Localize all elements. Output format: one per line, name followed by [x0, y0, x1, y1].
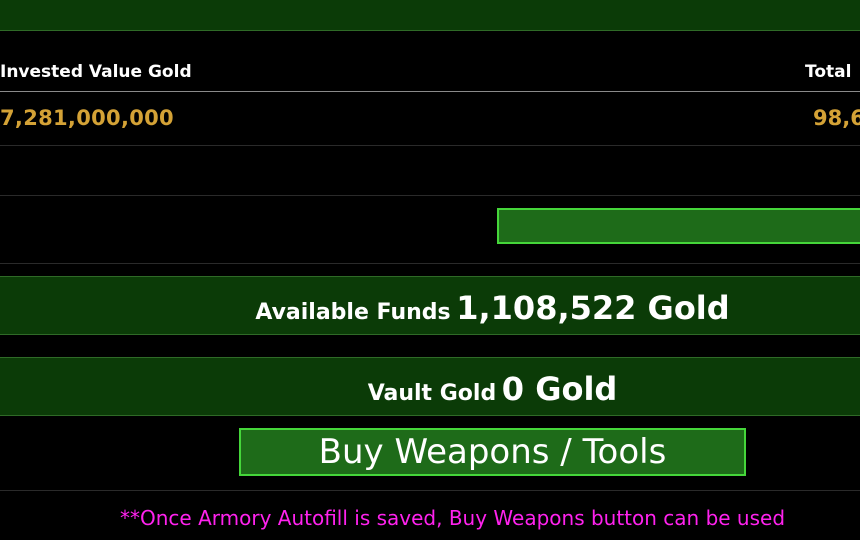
action-row [0, 196, 860, 264]
available-funds-bar: Available Funds 1,108,522 Gold [0, 276, 860, 335]
invested-value-header: Invested Value Gold [0, 62, 192, 82]
buy-weapons-tools-button[interactable]: Buy Weapons / Tools [239, 428, 746, 476]
available-funds-value: 1,108,522 Gold [456, 289, 730, 327]
total-header: Total [805, 62, 852, 82]
invested-value-amount: 7,281,000,000 [0, 106, 174, 130]
stats-value-row: 7,281,000,000 98,6 [0, 92, 860, 146]
buy-row: Buy Weapons / Tools [0, 415, 860, 491]
top-header-bar [0, 0, 860, 31]
stats-header-row: Invested Value Gold Total [0, 31, 860, 92]
vault-gold-value: 0 Gold [501, 370, 618, 408]
vault-gold-text: Vault Gold 0 Gold [0, 370, 860, 408]
available-funds-text: Available Funds 1,108,522 Gold [0, 289, 860, 327]
spacer-row [0, 146, 860, 196]
armory-panel: Invested Value Gold Total 7,281,000,000 … [0, 0, 860, 540]
total-amount: 98,6 [813, 106, 860, 130]
action-button[interactable] [497, 208, 860, 244]
available-funds-label: Available Funds [255, 300, 451, 325]
vault-gold-label: Vault Gold [367, 381, 497, 406]
autofill-note: **Once Armory Autofill is saved, Buy Wea… [120, 506, 786, 530]
vault-gold-bar: Vault Gold 0 Gold [0, 357, 860, 416]
